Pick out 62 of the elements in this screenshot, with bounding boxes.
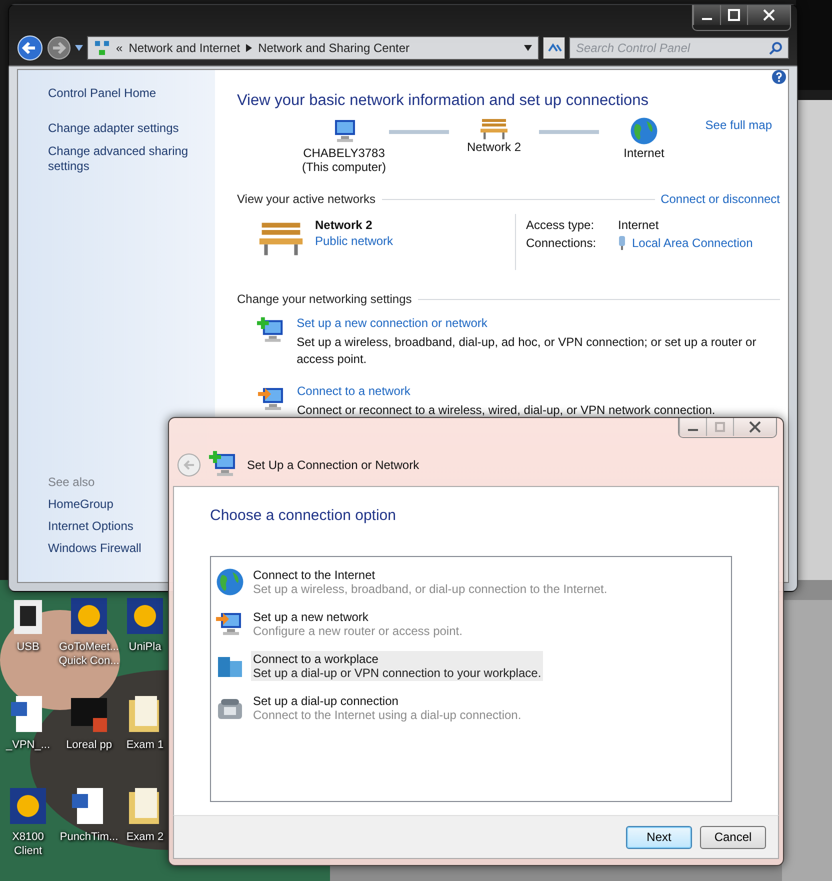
close-icon[interactable]	[747, 5, 790, 25]
breadcrumb[interactable]: Network and Internet	[128, 41, 240, 55]
network-type-link[interactable]: Public network	[315, 234, 394, 248]
dropdown-icon[interactable]	[75, 45, 83, 51]
connect-or-disconnect-link[interactable]: Connect or disconnect	[660, 192, 780, 206]
sidebar-link[interactable]: Change advanced sharing settings	[48, 144, 198, 174]
section-heading: Change your networking settings	[237, 292, 412, 306]
app-icon[interactable]	[125, 596, 165, 636]
dialog-button[interactable]: Cancel	[700, 826, 766, 848]
desktop-icon-label[interactable]: Exam 2	[126, 830, 164, 844]
globe-icon	[629, 116, 659, 146]
see-full-map-link[interactable]: See full map	[705, 118, 772, 132]
desktop-icon-label[interactable]: X8100 Client	[0, 830, 59, 858]
dialog-heading: Choose a connection option	[210, 507, 397, 524]
see-also-heading: See also	[48, 475, 96, 489]
section-heading: View your active networks	[237, 192, 376, 206]
setting-link[interactable]: Connect to a network	[297, 384, 716, 398]
map-node-sublabel: (This computer)	[302, 160, 386, 174]
app-icon[interactable]	[69, 596, 109, 636]
minimize-icon[interactable]	[693, 5, 720, 25]
sidebar-link[interactable]: Control Panel Home	[48, 86, 198, 101]
bench-icon	[479, 116, 509, 140]
setting-description: Connect or reconnect to a wireless, wired, dial-up, or VPN network connection.	[297, 402, 716, 419]
desktop-icon-label[interactable]: Exam 1	[126, 738, 164, 752]
search-field[interactable]: Search Control Panel	[569, 37, 789, 59]
network-icon	[94, 40, 110, 56]
desktop-icon-label[interactable]: _VPN_...	[6, 738, 50, 752]
desktop-icon-label[interactable]: Loreal pp	[66, 738, 112, 752]
setting-link[interactable]: Set up a new connection or network	[296, 316, 780, 330]
setting-description: Set up a wireless, broadband, dial-up, ad hoc, or VPN connection; or set up a router or access point.	[296, 334, 758, 368]
dialog-title: Set Up a Connection or Network	[247, 458, 420, 472]
desktop-icon-label[interactable]: UniPla	[128, 640, 162, 654]
help-icon[interactable]	[772, 70, 786, 84]
app-icon[interactable]	[8, 786, 48, 826]
minimize-icon[interactable]	[679, 418, 706, 436]
map-node-label: Internet	[624, 146, 664, 160]
connection-option[interactable]: Set up a new network Configure a new router or access point.	[251, 609, 464, 639]
connections-label: Connections:	[526, 236, 598, 250]
search-icon[interactable]	[769, 41, 783, 55]
map-node-label: CHABELY3783	[303, 146, 385, 160]
close-icon[interactable]	[733, 418, 776, 436]
map-node-label: Network 2	[466, 140, 522, 154]
dropdown-icon[interactable]	[524, 45, 532, 51]
access-type-value: Internet	[618, 218, 660, 232]
address-overflow[interactable]: «	[116, 41, 123, 55]
network-name: Network 2	[315, 218, 374, 232]
dialog-button[interactable]: Next	[626, 826, 692, 848]
connection-option[interactable]: Set up a dial-up connection Connect to the Internet using a dial-up connection.	[251, 693, 524, 723]
page-heading: View your basic network information and set up connections	[237, 92, 650, 110]
address-bar[interactable]: « Network and Internet Network and Sharing Center	[87, 36, 539, 60]
connection-option[interactable]: Connect to a workplace Set up a dial-up or VPN connection to your workplace.	[251, 651, 544, 681]
access-type-label: Access type:	[526, 218, 596, 232]
chevron-icon[interactable]	[246, 44, 252, 52]
maximize-icon[interactable]	[720, 5, 747, 25]
sidebar-link[interactable]: Change adapter settings	[48, 121, 198, 136]
connection-link[interactable]: Local Area Connection	[632, 236, 753, 250]
desktop-icon-label[interactable]: PunchTim...	[60, 830, 118, 844]
forward-icon[interactable]	[47, 36, 71, 60]
globe-icon	[215, 567, 245, 597]
ethernet-icon	[618, 236, 626, 250]
connection-option[interactable]: Connect to the Internet Set up a wireless, broadband, or dial-up connection to the Internet.	[251, 567, 610, 597]
breadcrumb[interactable]: Network and Sharing Center	[258, 41, 410, 55]
